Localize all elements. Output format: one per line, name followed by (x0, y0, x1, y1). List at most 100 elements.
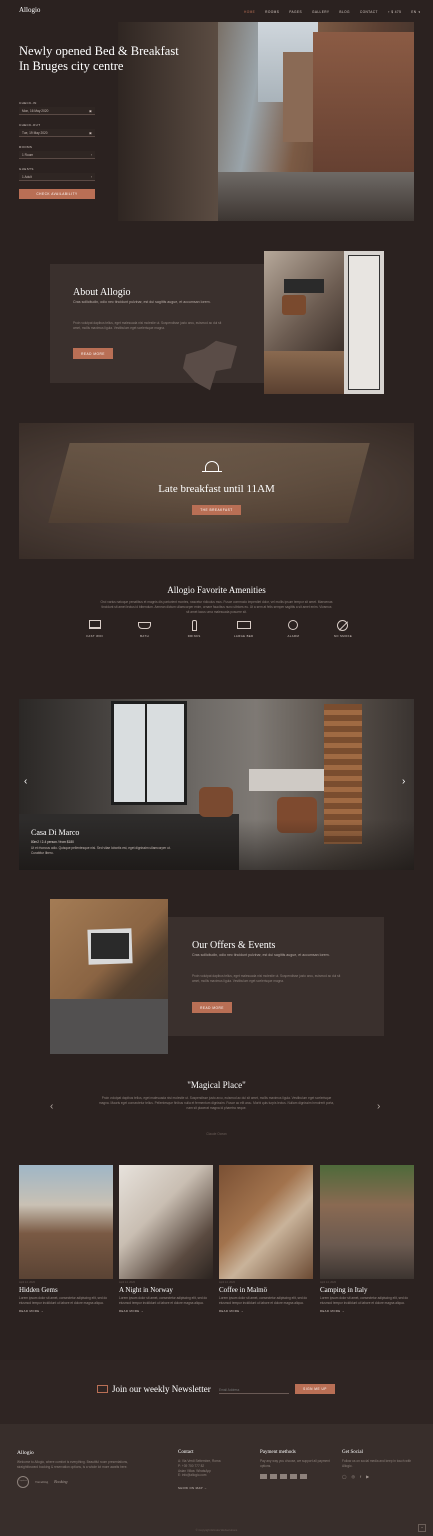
room-slider[interactable] (19, 699, 414, 870)
youtube-icon[interactable]: ▶ (366, 1474, 369, 1479)
facebook-icon[interactable]: f (360, 1474, 361, 1479)
chevron-down-icon: › (90, 152, 92, 157)
footer: Allogio Welcome to Allogio, where comfor… (0, 1424, 433, 1536)
amenity-fast-wifi: Fast WiFi (80, 620, 110, 644)
check-availability-button[interactable]: Check availability (19, 189, 95, 199)
blog-card[interactable]: April 14, 2020 A Night in Norway Lorem i… (119, 1165, 213, 1313)
blog-card[interactable]: April 14, 2020 Coffee in Malmö Lorem ips… (219, 1165, 313, 1313)
blog-grid: April 14, 2020 Hidden Gems Lorem ipsum d… (19, 1165, 414, 1335)
footer-contact: Contact A: Via Verdi Settembre, Roma P: … (178, 1450, 248, 1490)
site-header: Allogio Home Rooms Pages Gallery Blog Co… (0, 0, 433, 22)
amenities-list: Fast WiFi Bath Drinks Large bed Alarm No… (80, 620, 358, 644)
card-icon (300, 1473, 307, 1479)
bed-icon (236, 621, 251, 629)
slider-next-arrow[interactable]: › (402, 776, 405, 787)
blog-card[interactable]: April 14, 2020 Camping in Italy Lorem ip… (320, 1165, 414, 1313)
hero-title-line2: In Bruges city centre (19, 59, 124, 73)
alarm-clock-icon (288, 620, 299, 630)
amenity-no-smoke: No smoke (328, 620, 358, 644)
blog-image (219, 1165, 313, 1279)
amenities-title: Allogio Favorite Amenities (167, 585, 266, 595)
checkin-label: Check-in (19, 101, 37, 105)
tripadvisor-badge: Tripadvisor (17, 1475, 29, 1488)
booking-form: Check-in Mon, 16 May 2020 ▣ Check-out Tue… (19, 101, 95, 199)
back-to-top-button[interactable]: ⌃ (418, 1524, 426, 1532)
room-title: Casa Di Marco (31, 828, 80, 837)
language-select[interactable]: EN (411, 10, 416, 14)
cloche-base (202, 471, 222, 473)
payment-icons (260, 1473, 332, 1479)
blog-image (119, 1165, 213, 1279)
card-icon (260, 1473, 267, 1479)
card-icon (270, 1473, 277, 1479)
chevron-down-icon: ▾ (418, 9, 421, 14)
amenity-bath: Bath (130, 620, 160, 644)
card-icon (280, 1473, 287, 1479)
about-title: About Allogio (73, 287, 131, 298)
card-icon (290, 1473, 297, 1479)
nav-gallery[interactable]: Gallery (312, 10, 329, 14)
nav-home[interactable]: Home (244, 10, 255, 14)
tripadvisor-icon[interactable]: ◎ (351, 1474, 355, 1479)
about-room-photo (264, 251, 384, 394)
footer-social: Get Social Follow us on social media and… (342, 1450, 417, 1479)
blog-read-more-link[interactable]: Read more → (320, 1309, 414, 1313)
cart-icon[interactable]: ▫ (388, 9, 389, 14)
guests-select[interactable]: 1 Adult › (19, 173, 95, 181)
testimonial-title: "Magical Place" (187, 1080, 246, 1090)
testimonial-author: Claude Ocean (206, 1132, 227, 1136)
booking-badge: Booking (54, 1479, 68, 1485)
offers-read-more-button[interactable]: Read more (192, 1002, 232, 1013)
calendar-icon: ▣ (88, 108, 92, 113)
newsletter-section (0, 1360, 433, 1424)
guests-label: Guests (19, 167, 34, 171)
checkout-field[interactable]: Tue, 19 May 2020 ▣ (19, 129, 95, 137)
no-smoking-icon (337, 620, 349, 631)
nav-contact[interactable]: Contact (360, 10, 378, 14)
blog-image (19, 1165, 113, 1279)
breakfast-title: Late breakfast until 11AM (158, 483, 275, 495)
instagram-icon[interactable]: ◯ (342, 1474, 346, 1479)
hero-title-line1: Newly opened Bed & Breakfast (19, 44, 179, 58)
blog-read-more-link[interactable]: Read more → (119, 1309, 213, 1313)
footer-about: Allogio Welcome to Allogio, where comfor… (17, 1450, 147, 1488)
amenity-drinks: Drinks (179, 620, 209, 644)
rooms-label: Rooms (19, 145, 33, 149)
bathtub-icon (138, 622, 152, 629)
checkout-label: Check-out (19, 123, 41, 127)
main-nav: Home Rooms Pages Gallery Blog Contact ▫ … (234, 9, 420, 14)
nav-blog[interactable]: Blog (339, 10, 349, 14)
show-on-map-link[interactable]: Show on map → (178, 1486, 248, 1490)
nav-pages[interactable]: Pages (289, 10, 302, 14)
hero-title: Newly opened Bed & Breakfast In Bruges c… (19, 44, 239, 74)
bottle-icon (191, 620, 197, 631)
amenity-large-bed: Large bed (229, 620, 259, 644)
newsletter-title: Join our weekly Newsletter (112, 1384, 211, 1394)
about-body: Proin volutpat dapibus tellus, eget male… (73, 321, 222, 330)
offers-body: Proin volutpat dapibus tellus, eget male… (192, 974, 341, 983)
newsletter-signup-button[interactable]: Sign me up (295, 1384, 335, 1394)
blog-image (320, 1165, 414, 1279)
testimonial-next-arrow[interactable]: › (377, 1101, 380, 1112)
calendar-icon: ▣ (88, 130, 92, 135)
newsletter-email-input[interactable] (219, 1386, 289, 1394)
blog-read-more-link[interactable]: Read more → (19, 1309, 113, 1313)
about-lead: Cras sollicitudin, odio nec tincidunt pu… (73, 300, 211, 304)
social-icons: ◯ ◎ f ▶ (342, 1474, 417, 1479)
testimonial-prev-arrow[interactable]: ‹ (50, 1101, 53, 1112)
offers-photo (50, 899, 168, 1054)
cart-total[interactable]: $ 475 (391, 10, 401, 14)
blog-read-more-link[interactable]: Read more → (219, 1309, 313, 1313)
nav-rooms[interactable]: Rooms (265, 10, 279, 14)
about-read-more-button[interactable]: Read more (73, 348, 113, 359)
breakfast-button[interactable]: The breakfast (192, 505, 241, 515)
amenities-text: Orci varius natoque penatibus et magnis … (100, 600, 333, 614)
checkin-field[interactable]: Mon, 16 May 2020 ▣ (19, 107, 95, 115)
logo[interactable]: Allogio (19, 6, 40, 14)
rooms-select[interactable]: 1 Room › (19, 151, 95, 159)
copyright: © Copyright Elmala Websolutions (195, 1528, 238, 1532)
chevron-down-icon: › (90, 174, 92, 179)
slider-prev-arrow[interactable]: ‹ (24, 776, 27, 787)
blog-card[interactable]: April 14, 2020 Hidden Gems Lorem ipsum d… (19, 1165, 113, 1313)
travelling-badge: Travelling (35, 1479, 49, 1484)
